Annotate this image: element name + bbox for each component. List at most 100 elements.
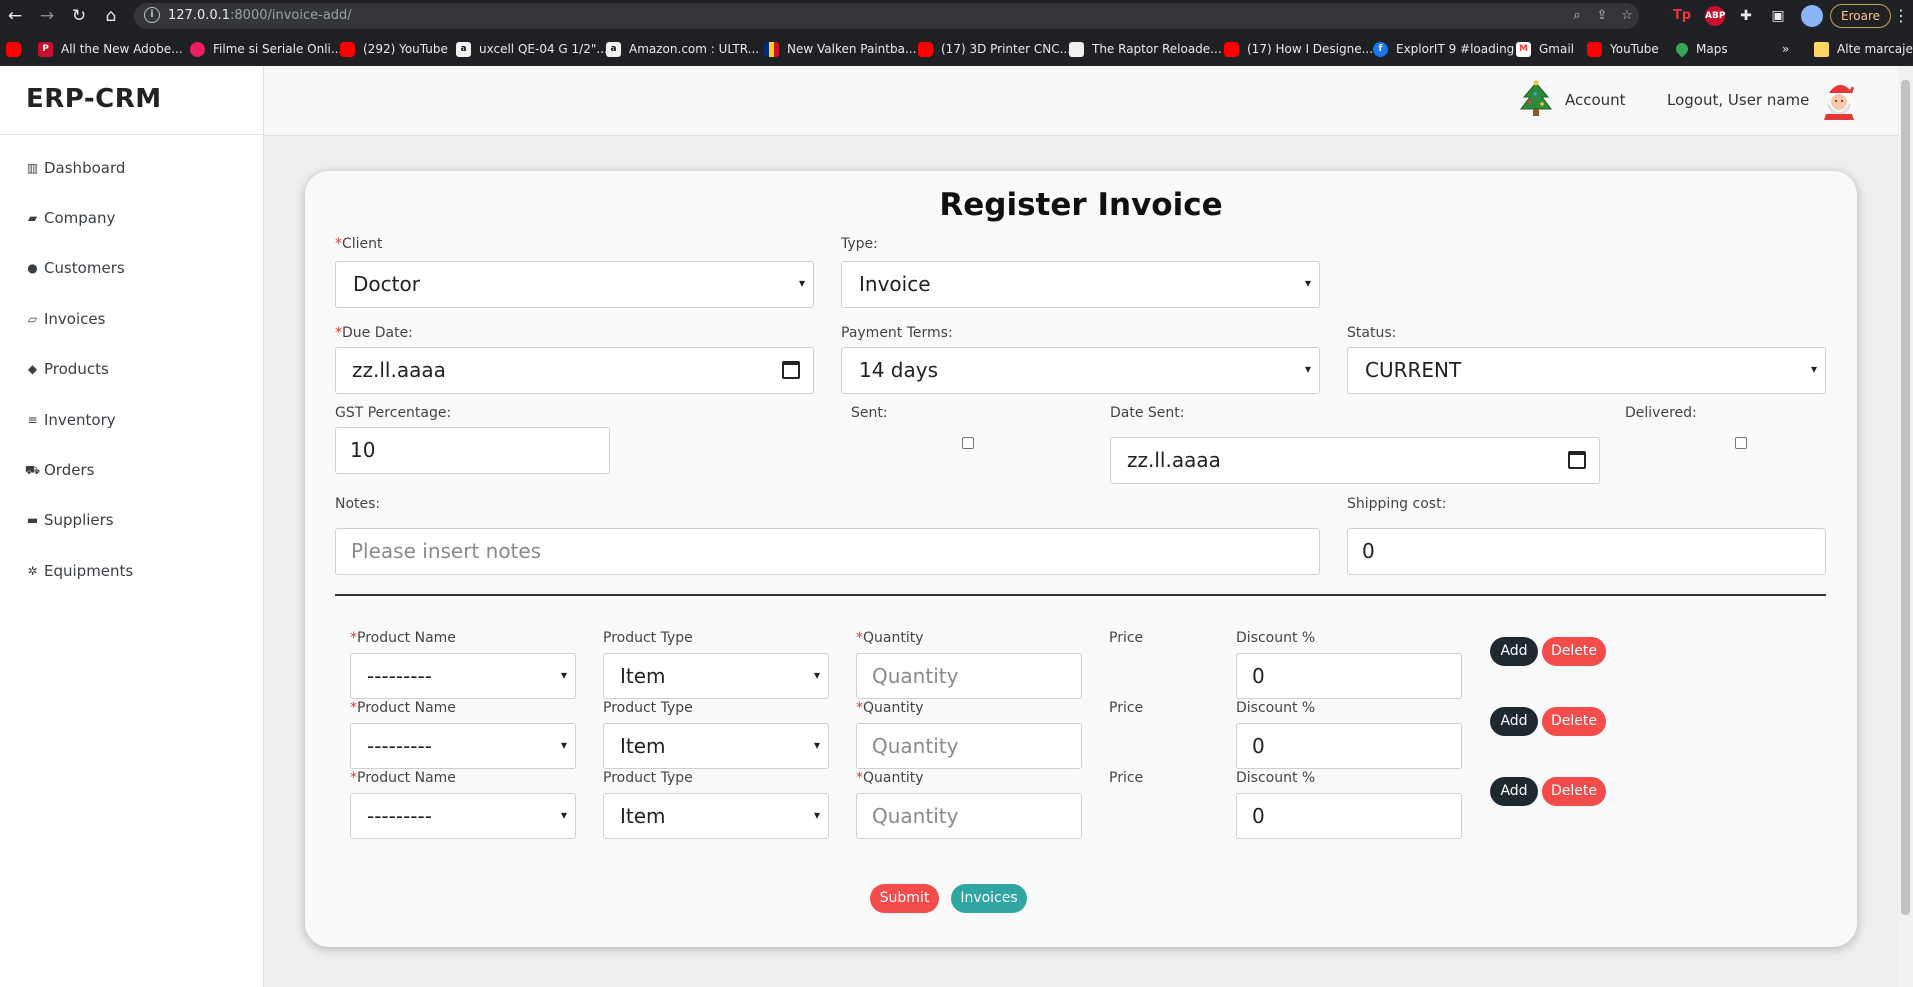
product-type-select[interactable]: Item ▾ bbox=[603, 793, 829, 839]
quantity-input[interactable]: Quantity bbox=[856, 793, 1082, 839]
due-date-input[interactable]: zz.ll.aaaa bbox=[335, 347, 814, 394]
reload-icon[interactable]: ↻ bbox=[68, 5, 90, 27]
profile-avatar[interactable] bbox=[1801, 5, 1823, 27]
payment-terms-select[interactable]: 14 days ▾ bbox=[841, 347, 1320, 394]
sidebar-item-invoices[interactable]: ▱ Invoices bbox=[25, 307, 106, 331]
chevron-down-icon: ▾ bbox=[1810, 362, 1817, 376]
product-name-select[interactable]: --------- ▾ bbox=[350, 653, 576, 699]
page-scrollbar[interactable] bbox=[1898, 66, 1913, 987]
client-label-text: Client bbox=[342, 236, 383, 252]
error-indicator[interactable]: Eroare bbox=[1830, 4, 1891, 28]
price-label: Price bbox=[1109, 770, 1144, 786]
browser-toolbar: ← → ↻ ⌂ i 127.0.0.1:8000/invoice-add/ ⌕ … bbox=[0, 0, 1913, 32]
add-row-button[interactable]: Add bbox=[1490, 637, 1538, 666]
brand-logo[interactable]: ERP-CRM bbox=[26, 84, 162, 114]
bookmark-item[interactable]: a Amazon.com : ULTR... bbox=[606, 40, 759, 58]
shipping-input[interactable]: 0 bbox=[1347, 528, 1826, 575]
bookmark-label: (17) How I Designe... bbox=[1247, 42, 1374, 56]
product-type-select[interactable]: Item ▾ bbox=[603, 723, 829, 769]
zoom-icon[interactable]: ⌕ bbox=[1569, 8, 1585, 24]
sidebar-item-products[interactable]: ◆ Products bbox=[25, 357, 109, 381]
youtube-icon bbox=[6, 41, 21, 57]
discount-input[interactable]: 0 bbox=[1236, 653, 1462, 699]
delete-row-button[interactable]: Delete bbox=[1542, 707, 1606, 736]
bookmark-item[interactable]: (17) 3D Printer CNC... bbox=[918, 40, 1071, 58]
bookmark-item[interactable]: Alte marcaje bbox=[1814, 40, 1913, 58]
delete-row-button[interactable]: Delete bbox=[1542, 637, 1606, 666]
bookmark-item[interactable]: The Raptor Reloade... bbox=[1069, 40, 1222, 58]
delivered-checkbox[interactable] bbox=[1735, 437, 1747, 449]
santa-avatar-icon[interactable] bbox=[1822, 80, 1856, 120]
chevron-down-icon: ▾ bbox=[560, 668, 567, 682]
sidebar-item-inventory[interactable]: ≡ Inventory bbox=[25, 408, 115, 432]
sidebar-item-label: Orders bbox=[44, 461, 95, 479]
payment-terms-value: 14 days bbox=[859, 358, 939, 382]
status-select[interactable]: CURRENT ▾ bbox=[1347, 347, 1826, 394]
gst-input[interactable]: 10 bbox=[335, 427, 610, 474]
bookmark-item[interactable]: Filme si Seriale Onli... bbox=[190, 40, 342, 58]
account-link[interactable]: Account bbox=[1565, 91, 1626, 109]
product-name-select[interactable]: --------- ▾ bbox=[350, 793, 576, 839]
calendar-icon[interactable] bbox=[782, 361, 800, 379]
date-sent-input[interactable]: zz.ll.aaaa bbox=[1110, 437, 1600, 484]
bookmark-item[interactable]: f ExplorIT 9 #loading bbox=[1373, 40, 1514, 58]
forward-icon[interactable]: → bbox=[36, 5, 58, 27]
bookmark-item[interactable]: a uxcell QE-04 G 1/2"... bbox=[456, 40, 608, 58]
quantity-input[interactable]: Quantity bbox=[856, 653, 1082, 699]
product-name-label-text: Product Name bbox=[357, 770, 456, 786]
adblock-extension-icon[interactable]: ABP bbox=[1705, 6, 1725, 26]
logout-link[interactable]: Logout, User name bbox=[1667, 91, 1809, 109]
type-select[interactable]: Invoice ▾ bbox=[841, 261, 1320, 308]
bookmark-item[interactable]: (17) How I Designe... bbox=[1224, 40, 1373, 58]
sidebar-item-customers[interactable]: ● Customers bbox=[25, 256, 124, 280]
back-icon[interactable]: ← bbox=[4, 5, 26, 27]
add-row-button[interactable]: Add bbox=[1490, 777, 1538, 806]
notes-label: Notes: bbox=[335, 496, 381, 512]
sent-label: Sent: bbox=[851, 405, 888, 421]
sent-checkbox[interactable] bbox=[962, 437, 974, 449]
bookmark-item[interactable]: M Gmail bbox=[1516, 40, 1574, 58]
url-host: 127.0.0.1 bbox=[168, 8, 231, 23]
gmail-icon: M bbox=[1516, 41, 1531, 57]
discount-input[interactable]: 0 bbox=[1236, 793, 1462, 839]
payment-terms-label: Payment Terms: bbox=[841, 325, 953, 341]
sidebar-item-company[interactable]: ▰ Company bbox=[25, 206, 116, 230]
calendar-icon[interactable] bbox=[1568, 451, 1586, 469]
sidebar-item-suppliers[interactable]: ▬ Suppliers bbox=[25, 508, 114, 532]
share-icon[interactable]: ⇪ bbox=[1594, 8, 1610, 24]
side-panel-icon[interactable]: ▣ bbox=[1768, 6, 1788, 26]
add-row-button[interactable]: Add bbox=[1490, 707, 1538, 736]
required-mark: * bbox=[350, 700, 357, 716]
bookmark-item[interactable]: » bbox=[1782, 40, 1789, 58]
extensions-puzzle-icon[interactable]: ✚ bbox=[1736, 6, 1756, 26]
bookmark-item[interactable]: (292) YouTube bbox=[340, 40, 448, 58]
url-path: :8000/invoice-add/ bbox=[230, 8, 352, 23]
product-name-select[interactable]: --------- ▾ bbox=[350, 723, 576, 769]
bookmark-star-icon[interactable]: ☆ bbox=[1619, 8, 1635, 24]
sidebar-item-orders[interactable]: ⛟ Orders bbox=[25, 458, 94, 482]
sidebar-item-equipments[interactable]: ✲ Equipments bbox=[25, 559, 133, 583]
home-icon[interactable]: ⌂ bbox=[100, 5, 122, 27]
discount-value: 0 bbox=[1252, 804, 1265, 828]
bookmark-item[interactable]: Maps bbox=[1673, 40, 1728, 58]
invoices-button[interactable]: Invoices bbox=[951, 884, 1027, 913]
tp-extension-icon[interactable]: Tp bbox=[1672, 6, 1692, 26]
client-select[interactable]: Doctor ▾ bbox=[335, 261, 814, 308]
bookmark-item[interactable]: P All the New Adobe... bbox=[38, 40, 183, 58]
delete-row-button[interactable]: Delete bbox=[1542, 777, 1606, 806]
discount-input[interactable]: 0 bbox=[1236, 723, 1462, 769]
bookmark-item[interactable]: New Valken Paintba... bbox=[764, 40, 916, 58]
browser-menu-icon[interactable]: ⋮ bbox=[1893, 5, 1909, 27]
scrollbar-thumb[interactable] bbox=[1901, 80, 1910, 915]
site-info-icon[interactable]: i bbox=[144, 7, 160, 23]
discount-label: Discount % bbox=[1236, 630, 1316, 646]
bookmark-item[interactable]: YouTube bbox=[1587, 40, 1659, 58]
submit-button[interactable]: Submit bbox=[870, 884, 939, 913]
bookmark-item[interactable] bbox=[6, 40, 29, 58]
product-type-select[interactable]: Item ▾ bbox=[603, 653, 829, 699]
quantity-input[interactable]: Quantity bbox=[856, 723, 1082, 769]
address-bar[interactable]: i 127.0.0.1:8000/invoice-add/ ⌕ ⇪ ☆ bbox=[134, 3, 1639, 29]
notes-input[interactable]: Please insert notes bbox=[335, 528, 1320, 575]
sidebar-item-dashboard[interactable]: ▥ Dashboard bbox=[25, 156, 126, 180]
product-name-label-text: Product Name bbox=[357, 630, 456, 646]
